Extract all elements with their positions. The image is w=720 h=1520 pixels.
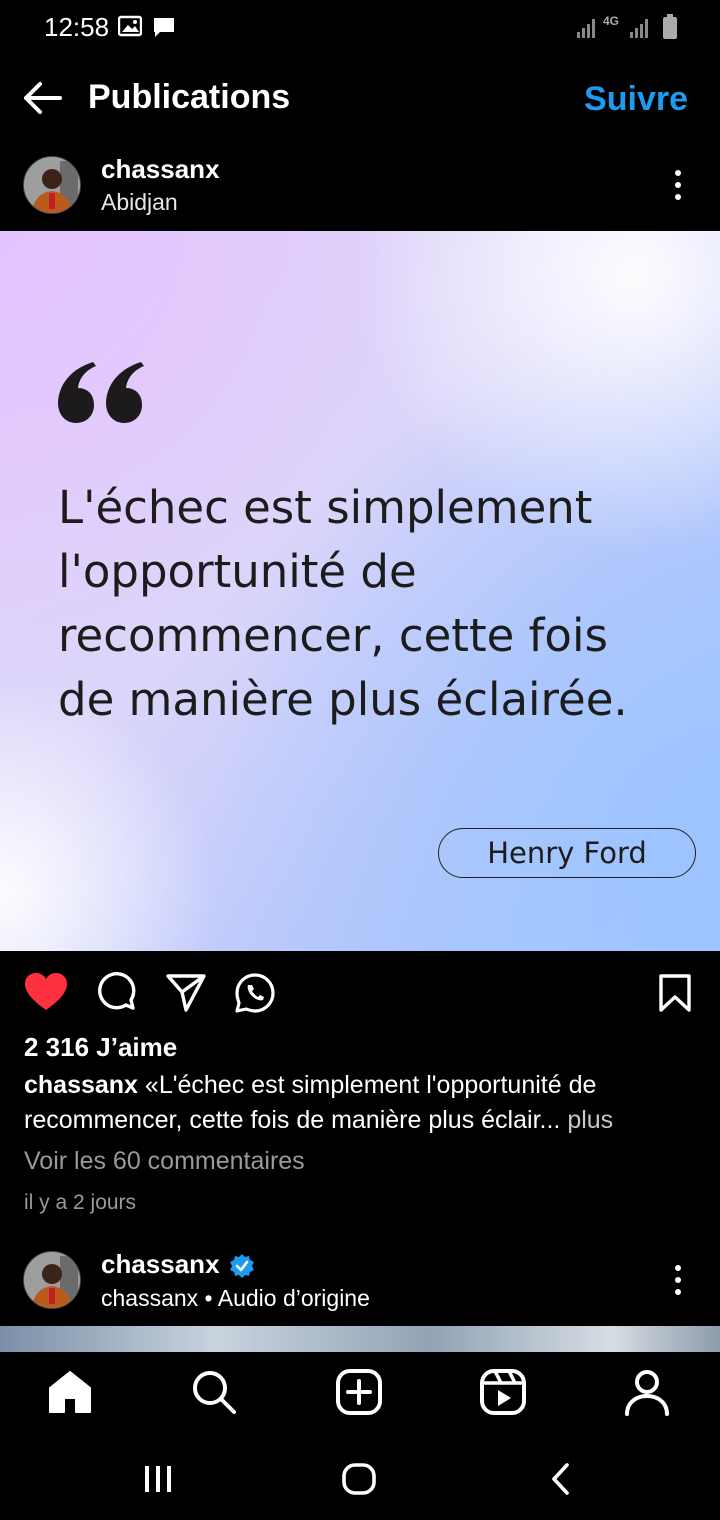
reels-icon[interactable]	[479, 1368, 527, 1416]
page-title: Publications	[88, 78, 291, 116]
more-vertical-icon[interactable]	[668, 1263, 688, 1297]
signal-icon	[577, 19, 595, 38]
battery-icon	[663, 14, 677, 39]
quote-text: L'échec est simplement l'opportunité de …	[58, 481, 628, 726]
post-username[interactable]: chassanx	[101, 154, 220, 185]
profile-icon[interactable]	[623, 1368, 671, 1416]
back-nav-icon[interactable]	[548, 1462, 572, 1496]
more-vertical-icon[interactable]	[668, 168, 688, 202]
home-circle-icon[interactable]	[341, 1462, 377, 1496]
next-post-subline[interactable]: chassanx • Audio d’origine	[101, 1285, 370, 1312]
avatar-image	[24, 157, 80, 213]
avatar-image	[24, 1252, 80, 1308]
bookmark-icon[interactable]	[657, 973, 693, 1013]
quote-mark-icon	[58, 362, 144, 423]
search-icon[interactable]	[190, 1368, 238, 1416]
post-image[interactable]: L'échec est simplement l'opportunité de …	[0, 231, 720, 951]
top-header: Publications Suivre	[0, 58, 720, 138]
view-comments-link[interactable]: Voir les 60 commentaires	[24, 1147, 305, 1176]
post-timestamp: il y a 2 jours	[24, 1191, 137, 1214]
follow-button[interactable]: Suivre	[584, 80, 688, 119]
home-icon[interactable]	[46, 1368, 94, 1416]
likes-count[interactable]: 2 316 J’aime	[24, 1032, 177, 1063]
gallery-icon	[118, 15, 142, 37]
verified-badge-icon	[230, 1254, 254, 1278]
heart-icon[interactable]	[24, 972, 68, 1012]
back-arrow-icon[interactable]	[20, 80, 64, 116]
post-caption: chassanx «L'échec est simplement l'oppor…	[24, 1068, 704, 1138]
system-nav-bar	[0, 1436, 720, 1520]
avatar[interactable]	[23, 1251, 81, 1309]
next-post-username[interactable]: chassanx	[101, 1249, 220, 1280]
avatar[interactable]	[23, 156, 81, 214]
message-icon	[154, 18, 174, 37]
share-icon[interactable]	[166, 972, 206, 1012]
whatsapp-icon[interactable]	[234, 972, 276, 1014]
post-location[interactable]: Abidjan	[101, 189, 178, 216]
caption-username[interactable]: chassanx	[24, 1071, 138, 1099]
add-icon[interactable]	[335, 1368, 383, 1416]
status-time: 12:58	[44, 12, 110, 42]
network-type: 4G	[603, 14, 620, 28]
caption-more-link[interactable]: plus	[567, 1106, 613, 1134]
signal-icon	[630, 19, 648, 38]
bottom-nav	[0, 1352, 720, 1436]
status-bar: 12:58 4G	[0, 0, 720, 58]
next-post-media-preview[interactable]	[0, 1326, 720, 1352]
author-pill: Henry Ford	[438, 828, 696, 878]
recents-icon[interactable]	[142, 1464, 174, 1494]
comment-icon[interactable]	[96, 972, 136, 1012]
